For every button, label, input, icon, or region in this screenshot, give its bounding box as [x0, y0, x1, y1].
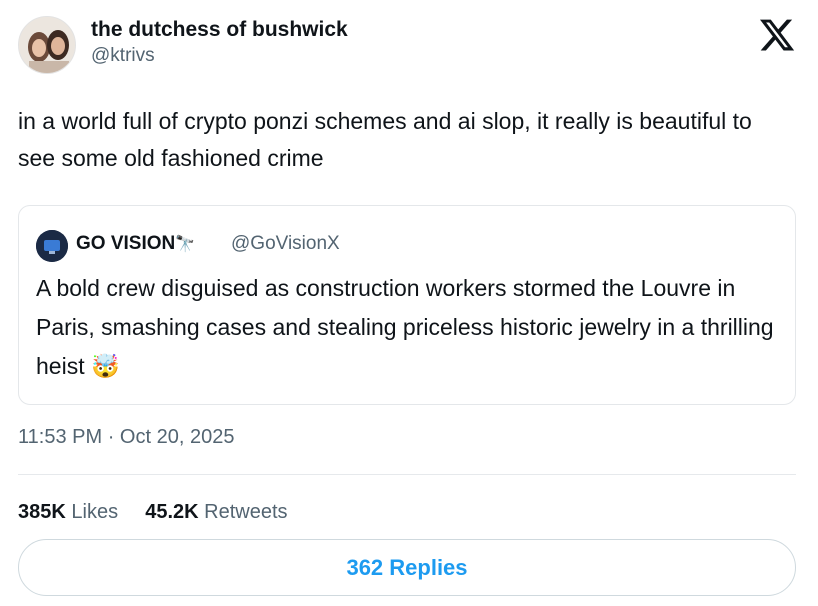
engagement-stats: 385K Likes 45.2K Retweets [18, 501, 288, 524]
quoted-author-name[interactable]: GO VISION🔭 [76, 233, 195, 255]
quoted-tweet-body: A bold crew disguised as construction wo… [36, 275, 774, 379]
retweets-stat[interactable]: 45.2K Retweets [145, 501, 287, 523]
tweet-time: 11:53 PM [18, 426, 103, 448]
tweet-timestamp[interactable]: 11:53 PM · Oct 20, 2025 [18, 426, 234, 449]
replies-button[interactable]: 362 Replies [18, 539, 796, 596]
tweet-text: in a world full of crypto ponzi schemes … [18, 108, 752, 171]
quoted-author-name-text: GO VISION [76, 233, 176, 254]
author-name[interactable]: the dutchess of bushwick [91, 18, 348, 42]
author-avatar[interactable] [18, 16, 76, 74]
likes-stat[interactable]: 385K Likes [18, 501, 118, 523]
quoted-avatar-image [36, 230, 68, 262]
tweet-date: Oct 20, 2025 [119, 426, 235, 448]
exploding-head-emoji-icon: 🤯 [90, 353, 120, 379]
author-handle[interactable]: @ktrivs [91, 45, 155, 67]
quoted-tweet-text: A bold crew disguised as construction wo… [36, 269, 776, 386]
quoted-author-handle[interactable]: @GoVisionX [231, 233, 340, 255]
quoted-tweet-card[interactable]: GO VISION🔭 @GoVisionX A bold crew disgui… [18, 205, 796, 405]
separator-dot: · [107, 426, 115, 448]
divider [18, 474, 796, 475]
retweets-count: 45.2K [145, 501, 199, 523]
retweets-label: Retweets [204, 501, 288, 523]
quoted-author-avatar[interactable] [36, 230, 68, 262]
author-avatar-image [19, 17, 75, 73]
x-logo-icon[interactable] [758, 16, 796, 54]
likes-count: 385K [18, 501, 66, 523]
telescope-emoji-icon: 🔭 [175, 236, 196, 253]
likes-label: Likes [71, 501, 119, 523]
